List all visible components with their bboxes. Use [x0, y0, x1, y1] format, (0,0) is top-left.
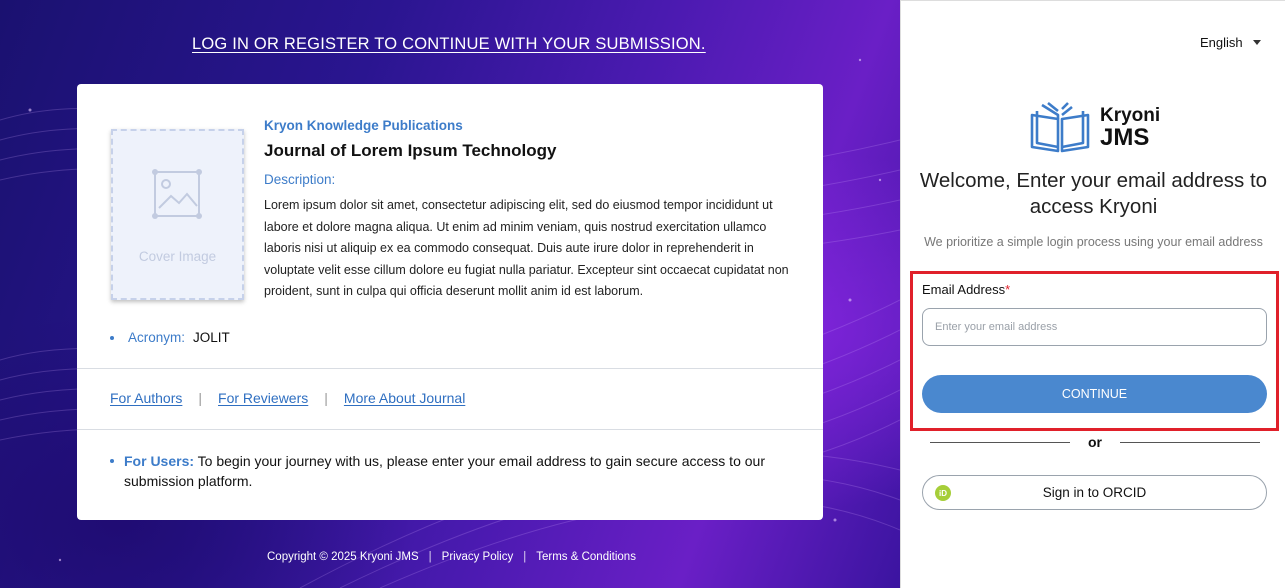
copyright-text: Copyright © 2025 Kryoni JMS [267, 551, 419, 563]
login-panel: English Kryoni JMS Welcome, Enter your e… [900, 0, 1285, 588]
login-subtitle: We prioritize a simple login process usi… [924, 235, 1263, 249]
kryoni-logo: Kryoni JMS [1028, 101, 1160, 153]
divider [77, 429, 823, 430]
terms-conditions-link[interactable]: Terms & Conditions [536, 551, 636, 563]
email-input[interactable] [922, 308, 1267, 346]
publisher-name: Kryon Knowledge Publications [264, 118, 463, 133]
required-asterisk: * [1005, 282, 1011, 297]
acronym-value: JOLIT [193, 330, 230, 345]
description-label: Description: [264, 172, 336, 187]
for-users-text: To begin your journey with us, please en… [124, 453, 765, 489]
for-users-note: For Users: To begin your journey with us… [110, 451, 800, 491]
for-reviewers-link[interactable]: For Reviewers [218, 390, 308, 406]
login-register-prompt-link[interactable]: LOG IN OR REGISTER TO CONTINUE WITH YOUR… [192, 35, 706, 54]
bullet-icon [110, 335, 114, 340]
for-users-label: For Users: [124, 453, 195, 469]
journal-info-card: Cover Image Kryon Knowledge Publications… [77, 84, 823, 520]
footer: Copyright © 2025 Kryoni JMS | Privacy Po… [267, 551, 636, 563]
email-label-text: Email Address [922, 282, 1006, 297]
orcid-signin-button[interactable]: iD Sign in to ORCID [922, 475, 1267, 510]
divider-line [1120, 441, 1260, 443]
more-about-journal-link[interactable]: More About Journal [344, 390, 465, 406]
footer-separator: | [523, 551, 527, 563]
orcid-signin-label: Sign in to ORCID [1042, 485, 1147, 500]
bullet-icon [110, 459, 114, 463]
language-label: English [1200, 35, 1243, 50]
email-field-label: Email Address* [922, 282, 1010, 297]
divider-line [930, 441, 1070, 443]
divider [77, 368, 823, 369]
footer-separator: | [428, 551, 432, 563]
privacy-policy-link[interactable]: Privacy Policy [442, 551, 514, 563]
caret-down-icon [1252, 40, 1261, 45]
acronym-row: Acronym: JOLIT [110, 330, 230, 345]
for-authors-link[interactable]: For Authors [110, 390, 182, 406]
continue-button[interactable]: CONTINUE [922, 375, 1267, 413]
welcome-heading: Welcome, Enter your email address to acc… [919, 169, 1268, 218]
cover-image-placeholder: Cover Image [111, 129, 244, 300]
description-text: Lorem ipsum dolor sit amet, consectetur … [264, 198, 789, 299]
link-separator: | [324, 390, 328, 406]
journal-links: For Authors | For Reviewers | More About… [110, 390, 465, 406]
orcid-icon: iD [935, 485, 951, 501]
cover-image-label: Cover Image [138, 249, 217, 264]
image-placeholder-icon [152, 169, 202, 219]
journal-title: Journal of Lorem Ipsum Technology [264, 141, 557, 160]
or-label: or [1088, 434, 1102, 450]
open-book-icon [1030, 101, 1090, 153]
logo-text-jms: JMS [1100, 124, 1150, 151]
language-selector[interactable]: English [1200, 35, 1261, 50]
or-divider: or [930, 434, 1260, 450]
link-separator: | [198, 390, 203, 406]
acronym-label: Acronym: [128, 330, 186, 345]
